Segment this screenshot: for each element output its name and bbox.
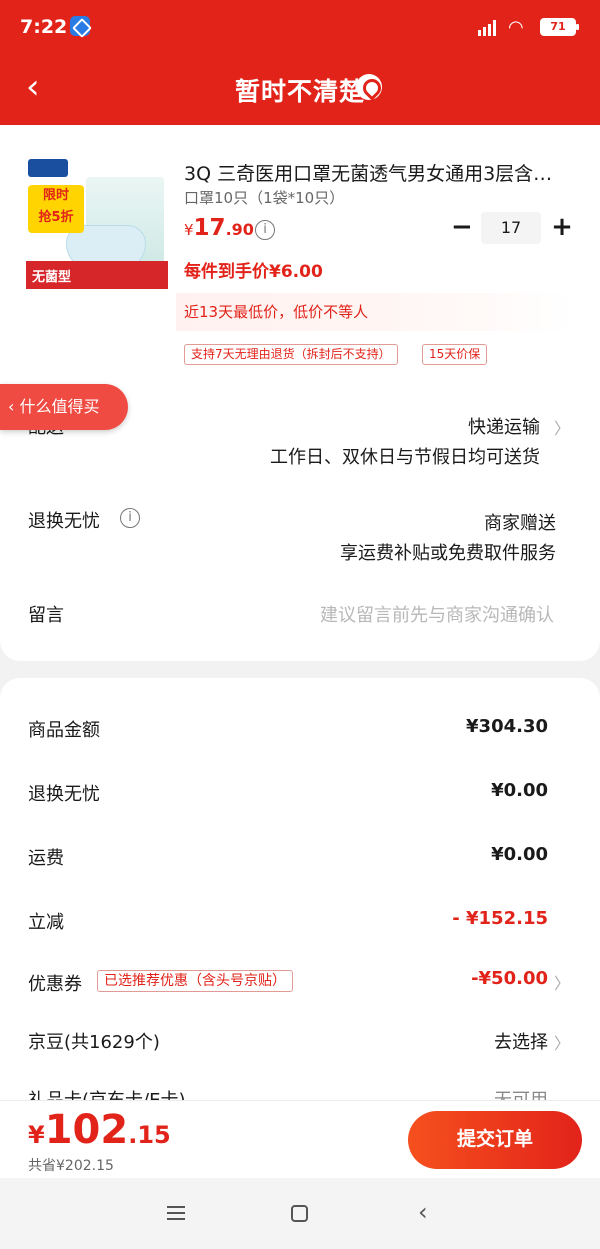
- total-integer: 102: [44, 1107, 129, 1153]
- brand-logo: [28, 159, 68, 177]
- unit-final-price: 每件到手价¥6.00: [184, 262, 323, 282]
- product-image[interactable]: 限时 抢5折 无菌型: [26, 155, 168, 305]
- quantity-decrease-button[interactable]: −: [451, 214, 473, 242]
- total-price: ¥102.15: [28, 1107, 171, 1153]
- product-type-tag: 无菌型: [26, 261, 168, 289]
- return-policy-badge: 支持7天无理由退货（拆封后不支持）: [184, 344, 398, 365]
- jd-beans-label: 京豆(共1629个): [28, 1032, 160, 1053]
- price-decimal: .90: [225, 220, 254, 239]
- goods-amount-value: ¥304.30: [466, 716, 548, 737]
- shipping-value: ¥0.00: [491, 844, 548, 865]
- product-spec[interactable]: 口罩10只（1袋*10只）: [184, 187, 344, 208]
- status-bar: 7:22 ◠ 71: [0, 0, 600, 56]
- returns-fee-value: ¥0.00: [491, 780, 548, 801]
- delivery-chevron-icon[interactable]: 〉: [554, 415, 570, 439]
- signal-icon: [478, 18, 500, 36]
- product-price: ¥17.90: [184, 215, 254, 241]
- price-summary-card: 商品金额 ¥304.30 退换无忧 ¥0.00 运费 ¥0.00 立减 - ¥1…: [0, 678, 600, 1108]
- coupon-value[interactable]: -¥50.00: [471, 968, 548, 989]
- home-icon[interactable]: [291, 1205, 308, 1222]
- submit-order-button[interactable]: 提交订单: [408, 1111, 582, 1169]
- total-decimal: .15: [128, 1121, 171, 1149]
- quantity-increase-button[interactable]: +: [550, 214, 574, 242]
- smzdm-float-button[interactable]: ‹ 什么值得买: [0, 384, 128, 430]
- coupon-label: 优惠券: [28, 974, 82, 995]
- sale-sticker-main: 抢5折: [38, 210, 74, 225]
- goods-amount-label: 商品金额: [28, 720, 100, 741]
- battery-icon: 71: [540, 18, 579, 36]
- price-protect-badge: 15天价保: [422, 344, 488, 365]
- returns-service: 享运费补贴或免费取件服务: [340, 543, 556, 564]
- header-area: 7:22 ◠ 71 ‹ 暂时不清楚: [0, 0, 600, 125]
- returns-info-icon[interactable]: i: [120, 508, 140, 528]
- nav-bar: ‹ 暂时不清楚: [0, 56, 600, 125]
- chevron-left-icon: ‹: [8, 397, 20, 416]
- delivery-time: 工作日、双休日与节假日均可送货: [270, 447, 540, 468]
- coupon-selected-tag[interactable]: 已选推荐优惠（含头号京贴）: [97, 970, 293, 992]
- wifi-icon: ◠: [508, 17, 524, 38]
- instant-discount-label: 立减: [28, 912, 64, 933]
- system-back-icon[interactable]: ‹: [418, 1198, 428, 1226]
- battery-level: 71: [550, 20, 566, 33]
- system-nav-bar: ‹: [0, 1178, 600, 1249]
- smzdm-label: 什么值得买: [19, 397, 100, 416]
- lowest-price-note: 近13天最低价，低价不等人: [176, 293, 572, 331]
- shipping-label: 运费: [28, 848, 64, 869]
- message-label: 留言: [28, 605, 64, 626]
- jd-beans-chevron-icon[interactable]: 〉: [554, 1030, 570, 1054]
- quantity-input[interactable]: 17: [481, 212, 541, 244]
- location-pin-icon[interactable]: [356, 74, 382, 100]
- recent-apps-icon[interactable]: [167, 1206, 185, 1220]
- page-title: 暂时不清楚: [234, 77, 365, 106]
- returns-fee-label: 退换无忧: [28, 784, 100, 805]
- price-integer: 17: [193, 215, 226, 241]
- price-info-icon[interactable]: i: [255, 220, 275, 240]
- app-notification-icon: [70, 16, 90, 36]
- total-currency: ¥: [28, 1121, 45, 1149]
- returns-label: 退换无忧: [28, 511, 100, 532]
- status-time: 7:22: [20, 16, 68, 38]
- sale-sticker-top: 限时: [42, 188, 69, 203]
- total-saved: 共省¥202.15: [28, 1158, 114, 1174]
- delivery-method[interactable]: 快递运输: [468, 413, 540, 439]
- price-currency: ¥: [184, 221, 194, 239]
- coupon-chevron-icon[interactable]: 〉: [554, 970, 570, 994]
- message-input[interactable]: 建议留言前先与商家沟通确认: [320, 601, 554, 627]
- checkout-bar: ¥102.15 共省¥202.15 提交订单: [0, 1100, 600, 1178]
- product-title[interactable]: 3Q 三奇医用口罩无菌透气男女通用3层含…: [184, 159, 576, 186]
- returns-value: 商家赠送: [484, 513, 556, 534]
- instant-discount-value: - ¥152.15: [452, 908, 548, 929]
- sale-sticker: 限时 抢5折: [28, 185, 84, 233]
- jd-beans-select[interactable]: 去选择: [494, 1028, 548, 1054]
